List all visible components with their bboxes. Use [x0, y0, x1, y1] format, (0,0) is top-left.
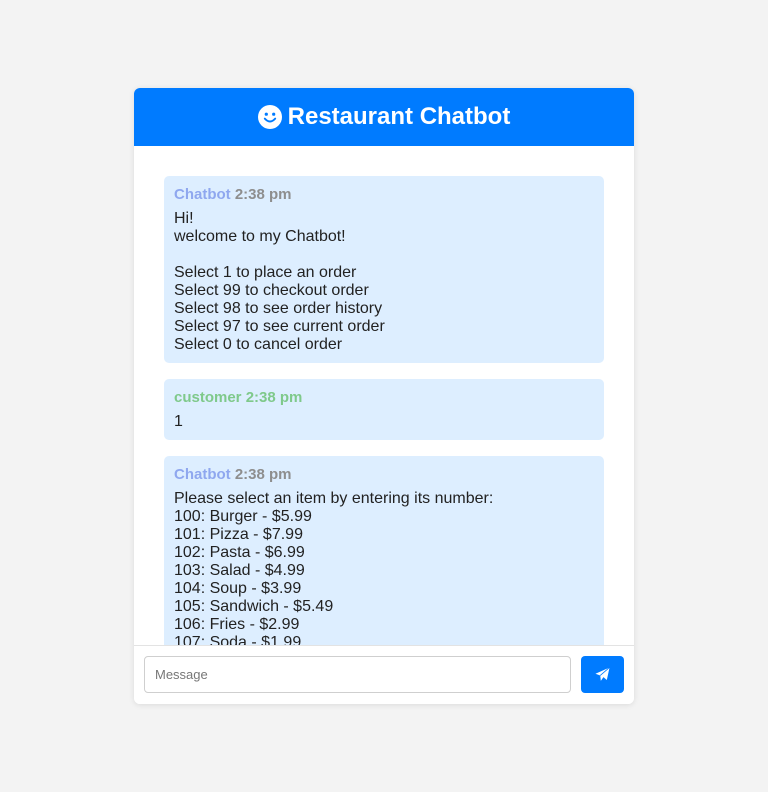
- message-line: Select 99 to checkout order: [174, 282, 369, 299]
- message-line: 101: Pizza - $7.99: [174, 526, 303, 543]
- chat-message-bot: Chatbot 2:38 pm Hi! welcome to my Chatbo…: [164, 176, 604, 363]
- message-line: 102: Pasta - $6.99: [174, 544, 305, 561]
- chat-message-customer: customer 2:38 pm 1: [164, 379, 604, 440]
- message-line: 105: Sandwich - $5.49: [174, 598, 334, 615]
- send-icon: [595, 667, 610, 681]
- chat-window: Restaurant Chatbot Chatbot 2:38 pm Hi! w…: [134, 88, 634, 704]
- message-meta: Chatbot 2:38 pm: [174, 466, 594, 483]
- message-sender: customer: [174, 389, 242, 406]
- message-line: Hi!: [174, 210, 194, 227]
- chat-message-bot: Chatbot 2:38 pm Please select an item by…: [164, 456, 604, 646]
- message-line: Select 98 to see order history: [174, 300, 383, 317]
- message-composer: [134, 645, 634, 704]
- message-line: 106: Fries - $2.99: [174, 616, 300, 633]
- message-time: 2:38 pm: [245, 389, 303, 406]
- message-line: 100: Burger - $5.99: [174, 508, 312, 525]
- message-meta: Chatbot 2:38 pm: [174, 186, 594, 203]
- message-sender: Chatbot: [174, 466, 231, 483]
- message-time: 2:38 pm: [234, 186, 292, 203]
- message-line: Select 0 to cancel order: [174, 336, 343, 353]
- message-line: Please select an item by entering its nu…: [174, 490, 494, 507]
- message-time: 2:38 pm: [234, 466, 292, 483]
- message-input[interactable]: [144, 656, 571, 693]
- chat-title: Restaurant Chatbot: [287, 103, 511, 130]
- message-meta: customer 2:38 pm: [174, 389, 594, 406]
- message-line: 103: Salad - $4.99: [174, 562, 305, 579]
- message-line: Select 97 to see current order: [174, 318, 385, 335]
- message-line: 104: Soup - $3.99: [174, 580, 302, 597]
- send-button[interactable]: [581, 656, 624, 693]
- chat-header: Restaurant Chatbot: [134, 88, 634, 146]
- message-sender: Chatbot: [174, 186, 231, 203]
- message-line: Select 1 to place an order: [174, 264, 357, 281]
- smiley-icon: [257, 105, 282, 129]
- message-line: [174, 246, 594, 264]
- message-line: welcome to my Chatbot!: [174, 228, 346, 245]
- message-list[interactable]: Chatbot 2:38 pm Hi! welcome to my Chatbo…: [134, 146, 634, 646]
- message-line: 1: [174, 413, 183, 430]
